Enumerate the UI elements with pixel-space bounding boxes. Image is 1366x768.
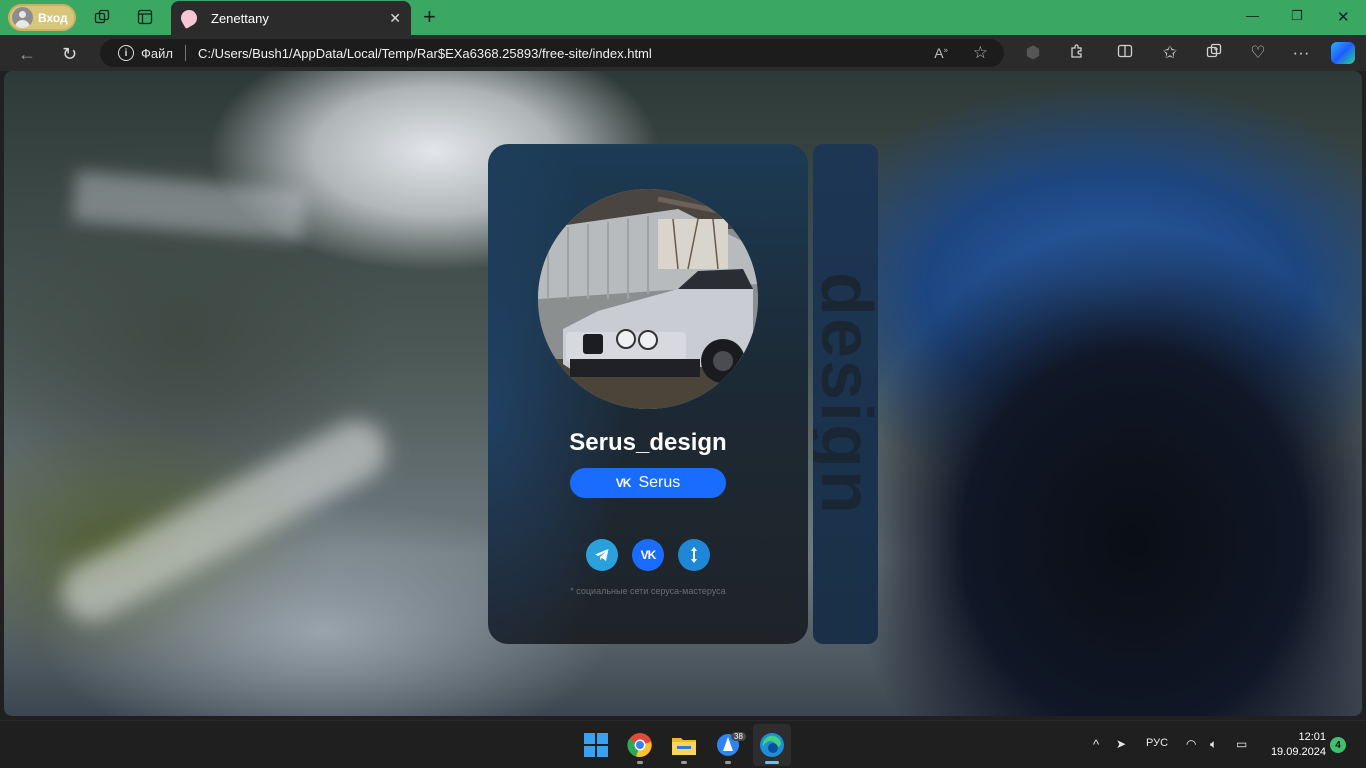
vk-icon[interactable]: VK — [632, 539, 664, 571]
more-menu-icon[interactable]: ··· — [1291, 43, 1311, 63]
tab-favicon-icon — [178, 7, 200, 29]
info-icon[interactable]: i — [118, 45, 134, 61]
minimize-icon[interactable]: — — [1246, 8, 1259, 23]
restore-icon[interactable]: ❐ — [1291, 8, 1303, 24]
read-aloud-icon[interactable]: A» — [934, 45, 948, 61]
vk-profile-button[interactable]: VK Serus — [570, 468, 726, 498]
file-explorer-icon[interactable] — [671, 732, 697, 758]
tab-close-icon[interactable]: ✕ — [389, 10, 401, 27]
profile-card: Serus_design VK Serus VK * социальные се… — [488, 144, 808, 644]
avatar — [12, 7, 33, 28]
extension-muted-icon[interactable]: ⬢ — [1023, 43, 1043, 63]
vk-logo-icon: VK — [615, 476, 632, 490]
clock-date: 19.09.2024 — [1270, 746, 1326, 758]
toolbar: ← ↻ i Файл C:/Users/Bush1/AppData/Local/… — [0, 35, 1366, 71]
explorer-indicator — [681, 761, 687, 764]
telegram-indicator — [725, 761, 731, 764]
telegram-icon[interactable] — [586, 539, 618, 571]
profile-photo — [538, 189, 758, 409]
edge-indicator — [765, 761, 779, 764]
background-road — [50, 410, 398, 632]
scheme-label: Файл — [141, 45, 173, 61]
side-panel-text: design — [813, 271, 878, 517]
favorite-star-icon[interactable]: ☆ — [973, 43, 988, 63]
wifi-icon[interactable]: ◠ — [1186, 737, 1196, 751]
page-viewport: Serus_design VK Serus VK * социальные се… — [4, 71, 1362, 716]
card-footnote: * социальные сети серуса-мастеруса — [570, 586, 726, 596]
collections-icon[interactable] — [1204, 43, 1224, 64]
taskbar: 38 ^ ➤ РУС ◠ 🔈︎ ▭ 12:01 19.09.2024 4 — [0, 720, 1366, 768]
address-bar[interactable]: i Файл C:/Users/Bush1/AppData/Local/Temp… — [100, 39, 1004, 67]
url-text[interactable]: C:/Users/Bush1/AppData/Local/Temp/Rar$EX… — [198, 46, 652, 61]
workspaces-icon[interactable] — [93, 8, 111, 26]
side-panel: design — [813, 144, 878, 644]
background-sign — [72, 171, 306, 241]
edge-icon[interactable] — [759, 732, 785, 758]
tab-actions-icon[interactable] — [136, 8, 154, 26]
tab-active[interactable]: Zenettany ✕ — [171, 1, 411, 35]
language-indicator[interactable]: РУС — [1146, 737, 1168, 749]
back-icon[interactable]: ← — [18, 44, 36, 65]
address-divider — [184, 45, 186, 61]
close-window-icon[interactable]: ✕ — [1337, 8, 1350, 26]
vk-button-label: Serus — [638, 474, 681, 491]
chrome-indicator — [637, 761, 643, 764]
refresh-icon[interactable]: ↻ — [62, 44, 77, 65]
tab-title: Zenettany — [211, 10, 269, 26]
clock-time: 12:01 — [1298, 731, 1326, 743]
volume-icon[interactable]: 🔈︎ — [1210, 737, 1217, 752]
browser-essentials-icon[interactable]: ♡ — [1248, 43, 1268, 63]
battery-icon[interactable]: ▭ — [1236, 737, 1247, 751]
start-icon[interactable] — [583, 732, 609, 758]
notification-badge[interactable]: 4 — [1330, 737, 1346, 753]
telegram-badge: 38 — [731, 732, 746, 741]
telegram-tray-icon[interactable]: ➤ — [1116, 737, 1126, 751]
favorites-icon[interactable]: ✩ — [1160, 43, 1180, 63]
split-screen-icon[interactable] — [1115, 43, 1135, 64]
chrome-icon[interactable] — [627, 732, 653, 758]
profile-button[interactable]: Вход — [8, 4, 76, 31]
browser-titlebar: Вход Zenettany ✕ + — ❐ ✕ — [0, 0, 1366, 35]
card-title: Serus_design — [569, 429, 727, 456]
transfer-icon[interactable] — [678, 539, 710, 571]
clock[interactable]: 12:01 19.09.2024 — [1266, 730, 1326, 760]
copilot-icon[interactable] — [1331, 42, 1355, 64]
hidden-icons-chevron-icon[interactable]: ^ — [1093, 737, 1099, 752]
profile-label: Вход — [38, 10, 68, 25]
extensions-icon[interactable] — [1067, 43, 1087, 64]
new-tab-icon[interactable]: + — [423, 4, 436, 30]
